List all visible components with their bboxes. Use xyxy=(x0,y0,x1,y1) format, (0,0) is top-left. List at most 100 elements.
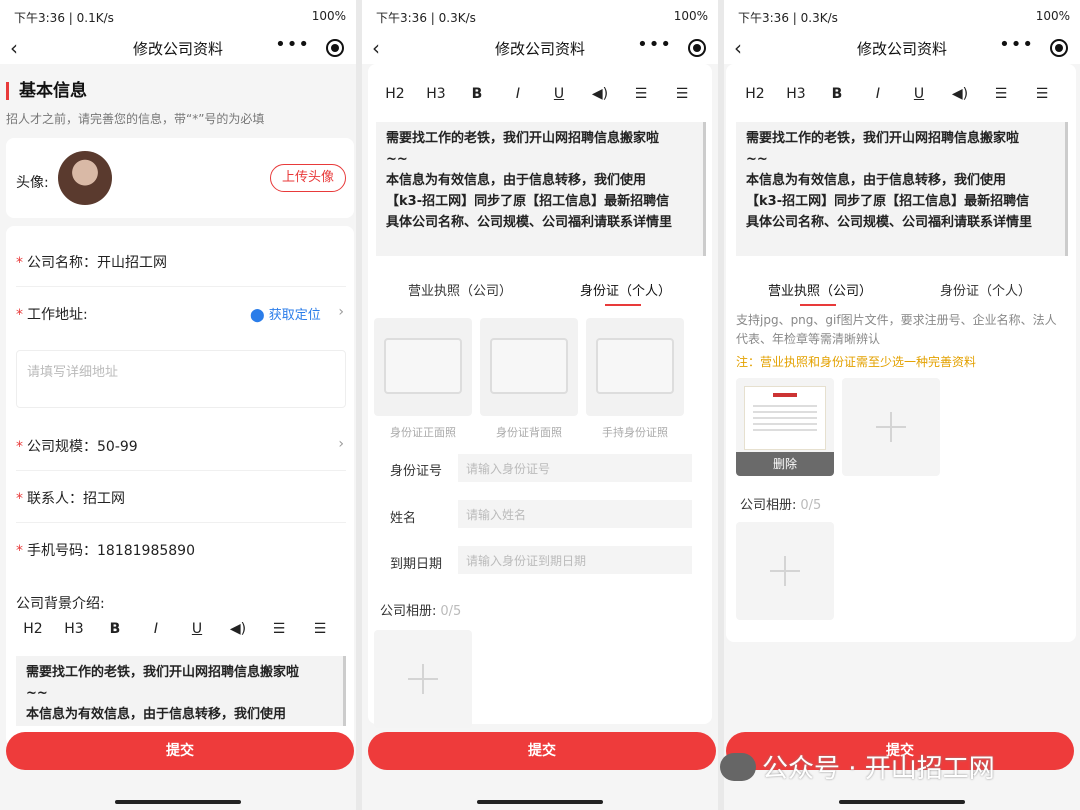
unordered-list-icon[interactable]: ☰ xyxy=(305,621,335,637)
verify-tabs: 营业执照（公司） 身份证（个人） xyxy=(368,272,712,302)
editor-line: ~~ xyxy=(386,152,408,167)
home-indicator xyxy=(839,800,965,804)
intro-editor[interactable]: 需要找工作的老铁，我们开山网招聘信息搬家啦 ~~ 本信息为有效信息，由于信息转移… xyxy=(376,122,706,256)
status-bar: 下午3:36 | 0.3K/s 100% xyxy=(724,0,1080,32)
underline-button[interactable]: U xyxy=(904,86,934,102)
status-battery: 100% xyxy=(1035,9,1070,23)
italic-button[interactable]: I xyxy=(503,86,533,102)
scale-value: 公司规模：50-99 xyxy=(27,439,138,455)
h3-button[interactable]: H3 xyxy=(781,86,811,102)
license-warning: 注：营业执照和身份证需至少选一种完善资料 xyxy=(736,355,977,369)
tab-license[interactable]: 营业执照（公司） xyxy=(768,280,872,299)
intro-editor[interactable]: 需要找工作的老铁，我们开山网招聘信息搬家啦 ~~ 本信息为有效信息，由于信息转移… xyxy=(736,122,1068,256)
bold-button[interactable]: B xyxy=(462,86,492,102)
more-icon[interactable]: ••• xyxy=(999,34,1034,55)
h2-button[interactable]: H2 xyxy=(740,86,770,102)
watermark-text: 公众号 · 开山招工网 xyxy=(762,754,995,784)
divider xyxy=(16,286,346,287)
contact-field[interactable]: * 联系人：招工网 xyxy=(16,488,125,508)
italic-button[interactable]: I xyxy=(141,621,171,637)
phone-field[interactable]: * 手机号码：18181985890 xyxy=(16,540,195,560)
unordered-list-icon[interactable]: ☰ xyxy=(1027,86,1057,102)
close-miniapp-icon[interactable] xyxy=(326,39,344,57)
license-hint: 支持jpg、png、gif图片文件，要求注册号、企业名称、法人代表、年检章等需清… xyxy=(736,313,1057,346)
id-front-caption: 身份证正面照 xyxy=(390,426,456,439)
home-indicator xyxy=(477,800,603,804)
album-count: 0/5 xyxy=(440,604,462,619)
bold-button[interactable]: B xyxy=(100,621,130,637)
tab-active-indicator xyxy=(605,304,641,306)
phone-value: 手机号码：18181985890 xyxy=(27,543,195,559)
id-number-label: 身份证号 xyxy=(390,464,443,479)
unordered-list-icon[interactable]: ☰ xyxy=(667,86,697,102)
id-front-upload[interactable] xyxy=(374,318,472,416)
id-card-icon xyxy=(384,338,462,394)
get-location-label: 获取定位 xyxy=(268,308,321,323)
location-pin-icon: ⬤ xyxy=(250,308,269,323)
tab-idcard[interactable]: 身份证（个人） xyxy=(580,280,671,299)
avatar[interactable] xyxy=(58,151,112,205)
scale-field[interactable]: * 公司规模：50-99 xyxy=(16,436,138,456)
ordered-list-icon[interactable]: ☰ xyxy=(626,86,656,102)
watermark: 公众号 · 开山招工网 xyxy=(720,748,995,788)
section-title: 基本信息 xyxy=(6,82,87,100)
chevron-right-icon: › xyxy=(338,436,344,452)
editor-line: 需要找工作的老铁，我们开山网招聘信息搬家啦 xyxy=(386,131,660,146)
license-image[interactable]: 删除 xyxy=(736,378,834,476)
status-battery: 100% xyxy=(673,9,708,23)
status-bar: 下午3:36 | 0.1K/s 100% xyxy=(0,0,356,32)
tab-license[interactable]: 营业执照（公司） xyxy=(408,280,512,299)
submit-button[interactable]: 提交 xyxy=(6,732,354,770)
submit-button[interactable]: 提交 xyxy=(368,732,716,770)
album-label: 公司相册: 0/5 xyxy=(740,494,821,513)
editor-line: 本信息为有效信息，由于信息转移，我们使用 xyxy=(746,173,1007,188)
status-time: 下午3:36 | 0.1K/s xyxy=(14,11,114,25)
editor-line: 需要找工作的老铁，我们开山网招聘信息搬家啦 xyxy=(26,665,300,680)
company-name-value: 公司名称：开山招工网 xyxy=(27,255,167,271)
more-icon[interactable]: ••• xyxy=(637,34,672,55)
audio-icon[interactable]: ◀) xyxy=(585,86,615,102)
editor-line: 具体公司名称、公司规模、公司福利请联系详情里 xyxy=(386,215,673,230)
underline-button[interactable]: U xyxy=(182,621,212,637)
license-document-icon xyxy=(744,386,826,450)
tab-idcard[interactable]: 身份证（个人） xyxy=(940,280,1031,299)
more-icon[interactable]: ••• xyxy=(275,34,310,55)
license-add-button[interactable] xyxy=(842,378,940,476)
delete-button[interactable]: 删除 xyxy=(736,452,834,476)
italic-button[interactable]: I xyxy=(863,86,893,102)
company-name-field[interactable]: * 公司名称：开山招工网 xyxy=(16,252,167,272)
close-miniapp-icon[interactable] xyxy=(1050,39,1068,57)
intro-editor[interactable]: 需要找工作的老铁，我们开山网招聘信息搬家啦 ~~ 本信息为有效信息，由于信息转移… xyxy=(16,656,346,726)
name-input[interactable]: 请输入姓名 xyxy=(458,500,692,528)
editor-toolbar: H2 H3 B I U ◀) ☰ ☰ xyxy=(738,86,1068,110)
h3-button[interactable]: H3 xyxy=(421,86,451,102)
section-subtitle: 招人才之前，请完善您的信息，带“*”号的为必填 xyxy=(6,112,265,126)
get-location-button[interactable]: ⬤ 获取定位 xyxy=(250,304,321,323)
editor-line: 本信息为有效信息，由于信息转移，我们使用 xyxy=(386,173,647,188)
album-add-button[interactable] xyxy=(736,522,834,620)
editor-line: 【k3-招工网】同步了原【招工信息】最新招聘信 xyxy=(746,194,1030,209)
audio-icon[interactable]: ◀) xyxy=(223,621,253,637)
editor-toolbar: H2 H3 B I U ◀) ☰ ☰ xyxy=(378,86,708,110)
ordered-list-icon[interactable]: ☰ xyxy=(986,86,1016,102)
h2-button[interactable]: H2 xyxy=(380,86,410,102)
status-bar: 下午3:36 | 0.3K/s 100% xyxy=(362,0,718,32)
close-miniapp-icon[interactable] xyxy=(688,39,706,57)
bold-button[interactable]: B xyxy=(822,86,852,102)
audio-icon[interactable]: ◀) xyxy=(945,86,975,102)
id-number-input[interactable]: 请输入身份证号 xyxy=(458,454,692,482)
h2-button[interactable]: H2 xyxy=(18,621,48,637)
upload-avatar-button[interactable]: 上传头像 xyxy=(270,164,346,192)
nav-bar: ‹ 修改公司资料 ••• xyxy=(0,32,356,64)
id-hold-upload[interactable] xyxy=(586,318,684,416)
ordered-list-icon[interactable]: ☰ xyxy=(264,621,294,637)
nav-bar: ‹ 修改公司资料 ••• xyxy=(724,32,1080,64)
phone-panel-basic-info: 下午3:36 | 0.1K/s 100% ‹ 修改公司资料 ••• 基本信息 招… xyxy=(0,0,356,810)
h3-button[interactable]: H3 xyxy=(59,621,89,637)
phone-panel-license: 下午3:36 | 0.3K/s 100% ‹ 修改公司资料 ••• H2 H3 … xyxy=(724,0,1080,810)
underline-button[interactable]: U xyxy=(544,86,574,102)
id-back-upload[interactable] xyxy=(480,318,578,416)
address-input[interactable]: 请填写详细地址 xyxy=(16,350,346,408)
expire-input[interactable]: 请输入身份证到期日期 xyxy=(458,546,692,574)
album-add-button[interactable] xyxy=(374,630,472,728)
